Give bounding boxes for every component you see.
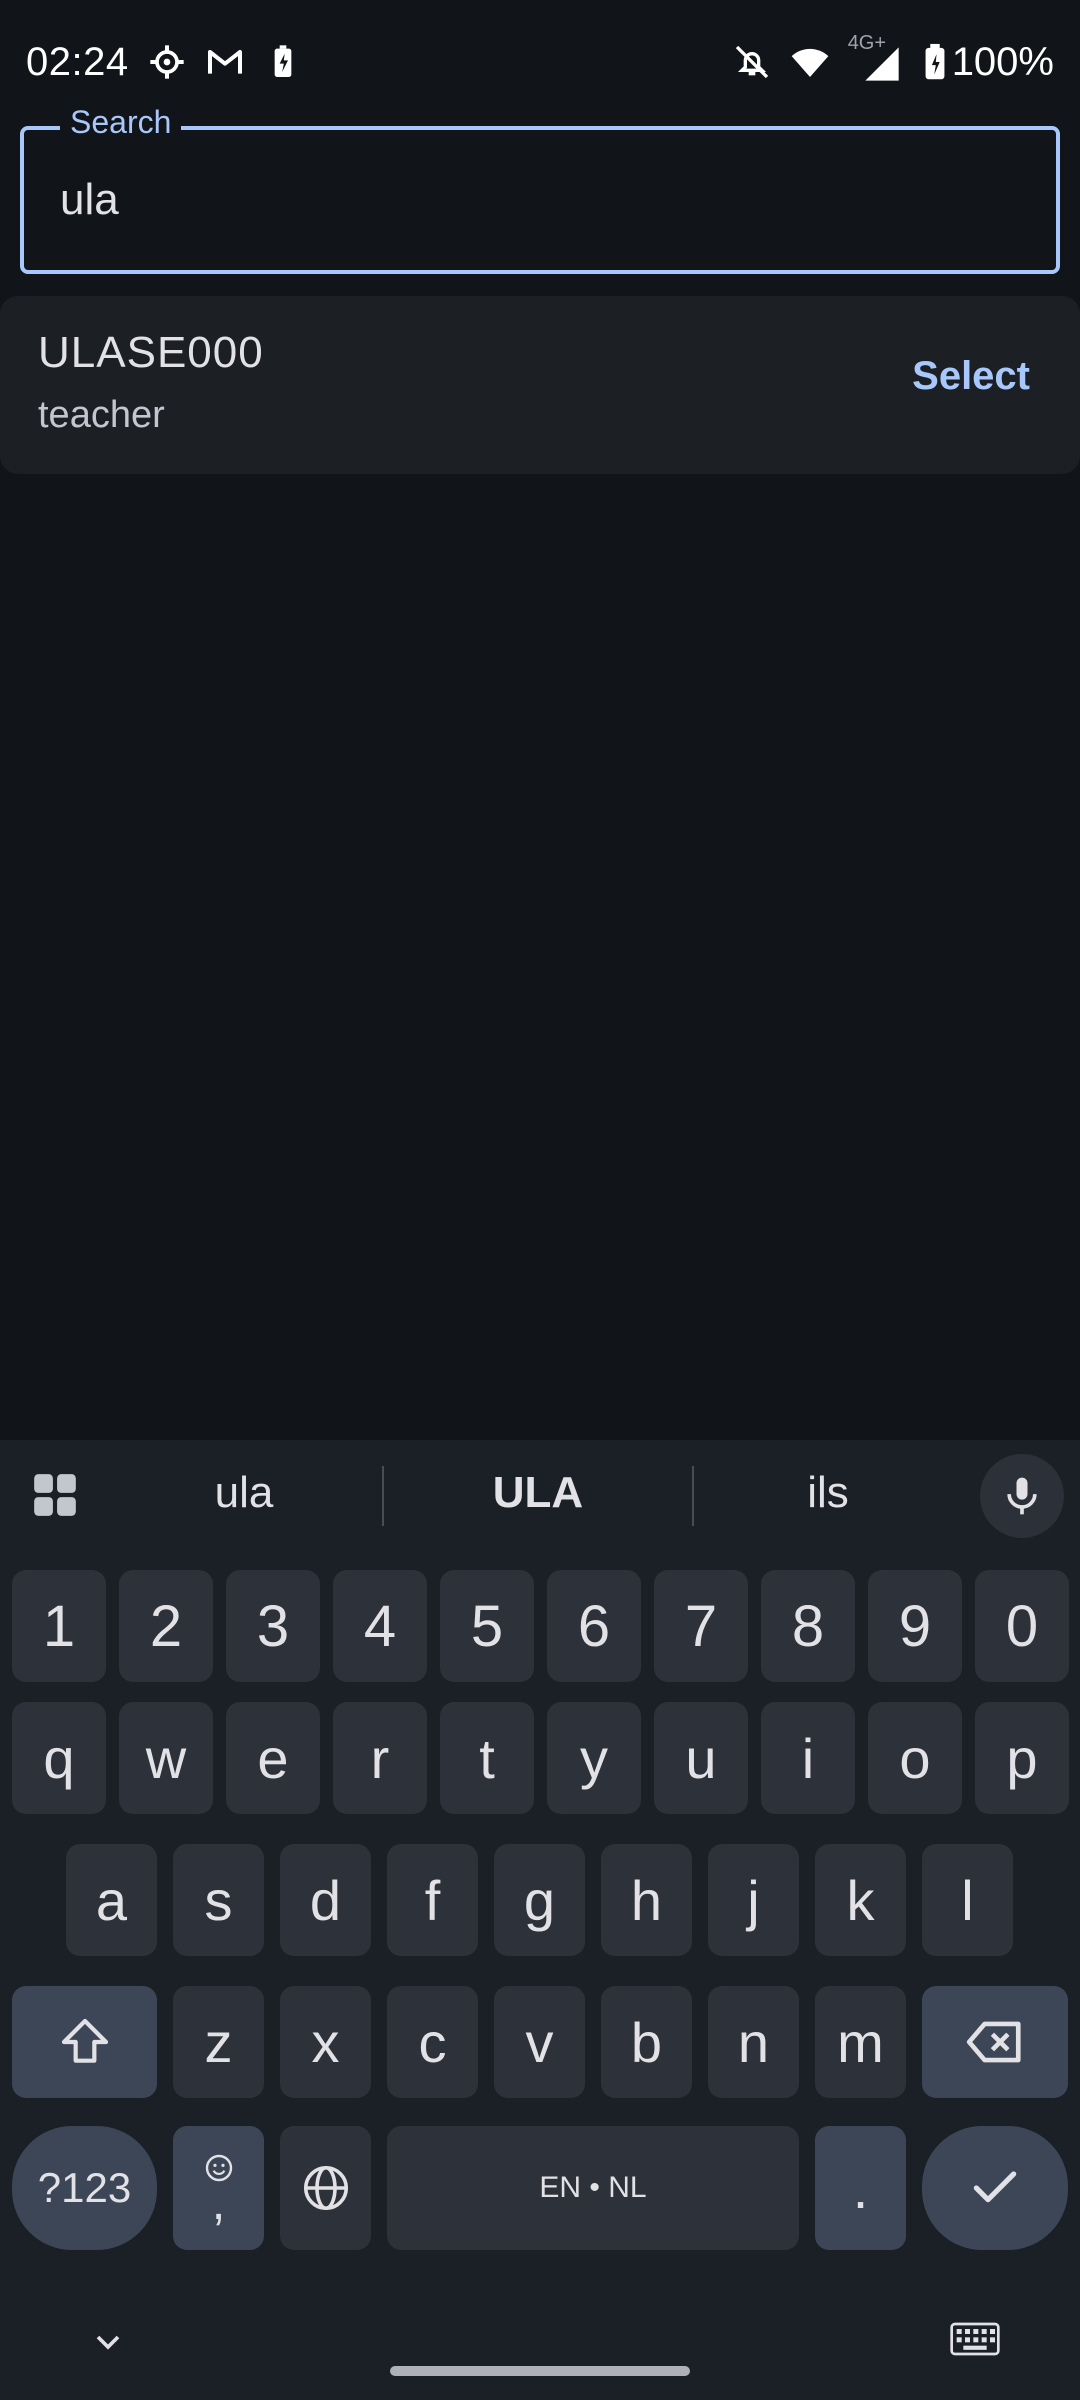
shift-icon [61, 2018, 108, 2063]
language-key[interactable] [280, 2126, 371, 2250]
key-d[interactable]: d [280, 1844, 371, 1956]
key-1[interactable]: 1 [12, 1570, 106, 1682]
key-7[interactable]: 7 [654, 1570, 748, 1682]
key-p[interactable]: p [975, 1702, 1069, 1814]
backspace-icon [966, 2021, 1021, 2063]
key-9[interactable]: 9 [868, 1570, 962, 1682]
key-0[interactable]: 0 [975, 1570, 1069, 1682]
search-label: Search [60, 104, 182, 141]
result-title: ULASE000 [38, 328, 264, 377]
key-w[interactable]: w [119, 1702, 213, 1814]
key-s[interactable]: s [173, 1844, 264, 1956]
period-key[interactable]: . [815, 2126, 906, 2250]
key-h[interactable]: h [601, 1844, 692, 1956]
key-e[interactable]: e [226, 1702, 320, 1814]
hide-keyboard-icon[interactable] [88, 2322, 128, 2362]
key-j[interactable]: j [708, 1844, 799, 1956]
settings-icon [147, 42, 187, 82]
key-l[interactable]: l [922, 1844, 1013, 1956]
key-y[interactable]: y [547, 1702, 641, 1814]
cellular-group: 4G+ [848, 32, 904, 84]
emoji-comma-key[interactable]: , [173, 2126, 264, 2250]
suggestion-divider [692, 1466, 694, 1526]
search-field[interactable]: Search [20, 104, 1060, 274]
check-icon [973, 2171, 1017, 2203]
select-button[interactable]: Select [912, 354, 1030, 399]
battery-icon [922, 42, 948, 82]
space-key[interactable]: EN • NL [387, 2126, 799, 2250]
key-q[interactable]: q [12, 1702, 106, 1814]
key-u[interactable]: u [654, 1702, 748, 1814]
key-t[interactable]: t [440, 1702, 534, 1814]
key-n[interactable]: n [708, 1986, 799, 2098]
key-a[interactable]: a [66, 1844, 157, 1956]
key-z[interactable]: z [173, 1986, 264, 2098]
key-b[interactable]: b [601, 1986, 692, 2098]
keyboard-switch-icon[interactable] [950, 2322, 1000, 2362]
globe-icon [303, 2165, 348, 2211]
search-input[interactable] [60, 166, 1020, 234]
shift-key[interactable] [12, 1986, 157, 2098]
key-4[interactable]: 4 [333, 1570, 427, 1682]
keyboard-apps-icon[interactable] [30, 1470, 80, 1520]
enter-key[interactable] [922, 2126, 1068, 2250]
key-m[interactable]: m [815, 1986, 906, 2098]
key-f[interactable]: f [387, 1844, 478, 1956]
signal-icon [862, 44, 902, 84]
key-3[interactable]: 3 [226, 1570, 320, 1682]
key-c[interactable]: c [387, 1986, 478, 2098]
suggestion-bar: ula ULA ils [0, 1440, 1080, 1550]
status-right: 4G+ 100% [732, 32, 1054, 85]
status-left: 02:24 [26, 40, 303, 85]
key-g[interactable]: g [494, 1844, 585, 1956]
key-r[interactable]: r [333, 1702, 427, 1814]
key-k[interactable]: k [815, 1844, 906, 1956]
battery-percentage: 100% [951, 39, 1054, 84]
backspace-key[interactable] [922, 1986, 1068, 2098]
key-5[interactable]: 5 [440, 1570, 534, 1682]
navigation-bar [0, 2290, 1080, 2400]
result-item[interactable]: ULASE000 teacher Select [0, 296, 1080, 474]
status-time: 02:24 [26, 39, 129, 84]
suggestion-1[interactable]: ula [114, 1468, 374, 1528]
wifi-icon [790, 42, 830, 82]
key-i[interactable]: i [761, 1702, 855, 1814]
microphone-icon[interactable] [980, 1454, 1064, 1538]
symbols-key[interactable]: ?123 [12, 2126, 157, 2250]
suggestion-2[interactable]: ULA [408, 1468, 668, 1528]
suggestion-divider [382, 1466, 384, 1526]
key-2[interactable]: 2 [119, 1570, 213, 1682]
key-8[interactable]: 8 [761, 1570, 855, 1682]
key-6[interactable]: 6 [547, 1570, 641, 1682]
battery-saver-icon [263, 42, 303, 82]
key-o[interactable]: o [868, 1702, 962, 1814]
key-x[interactable]: x [280, 1986, 371, 2098]
keyboard: ula ULA ils 1 2 3 4 5 6 7 8 9 0 q w e r … [0, 1440, 1080, 2400]
home-gesture-handle[interactable] [390, 2366, 690, 2376]
comma-label: , [211, 2177, 226, 2230]
gmail-icon [205, 42, 245, 82]
notifications-off-icon [732, 42, 772, 82]
suggestion-3[interactable]: ils [698, 1468, 958, 1528]
result-subtitle: teacher [38, 394, 165, 436]
key-v[interactable]: v [494, 1986, 585, 2098]
